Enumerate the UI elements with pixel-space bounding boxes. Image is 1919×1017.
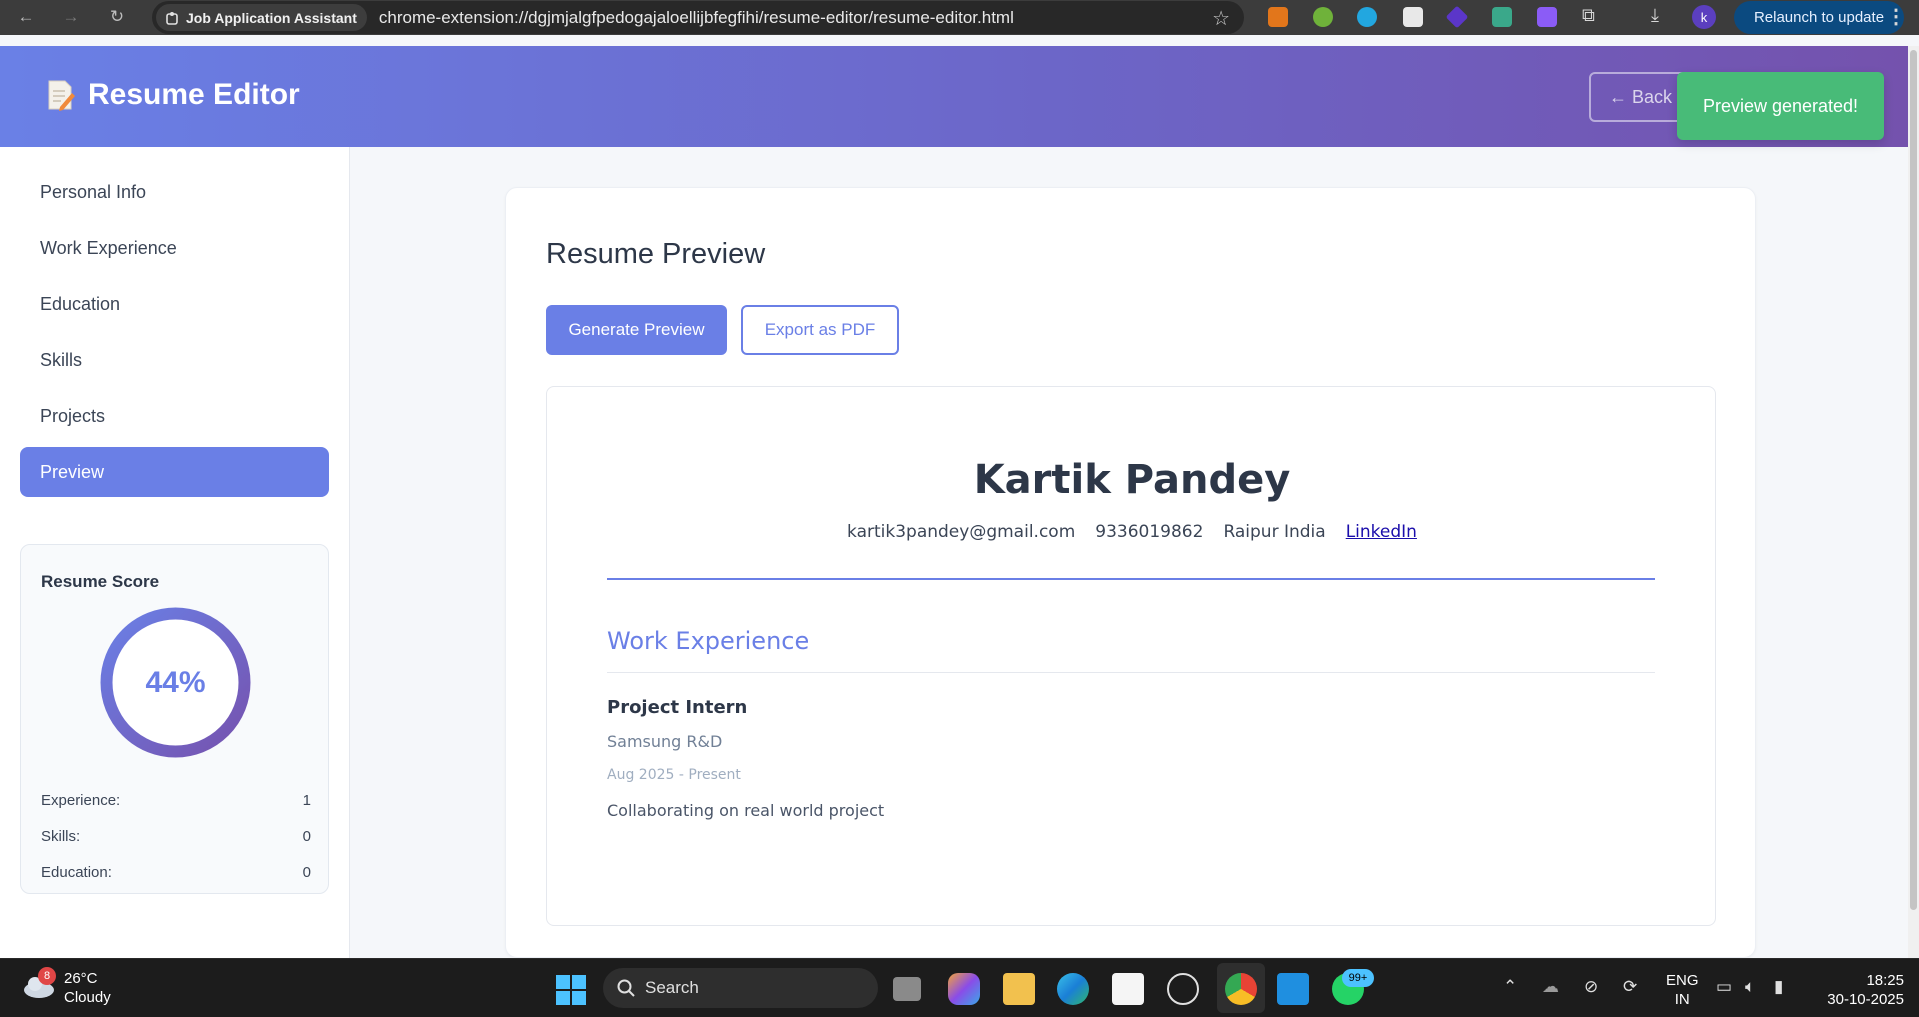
metamask-fox-icon[interactable] [1268,7,1288,27]
taskbar-search[interactable]: Search [603,968,878,1008]
address-bar[interactable]: Job Application Assistant chrome-extensi… [152,1,1244,34]
weather-text: 26°C Cloudy [64,969,111,1007]
score-percent: 44% [145,665,206,699]
back-arrow-icon[interactable]: ← [15,6,37,28]
contact-row: kartik3pandey@gmail.com 9336019862 Raipu… [547,522,1717,542]
stat-value: 0 [302,864,311,881]
resume-score-card: Resume Score 44% Experience: 1 Skills: 0… [20,544,329,894]
dell-icon[interactable] [1167,973,1199,1005]
search-icon [617,979,635,997]
discord-extension-icon[interactable] [1537,7,1557,27]
clock-time: 18:25 [1866,972,1904,989]
sidebar-item-projects[interactable]: Projects [20,391,329,441]
extensions-puzzle-icon[interactable]: ⧉ [1582,5,1595,26]
url-text: chrome-extension://dgjmjalgfpedogajaloel… [378,7,1014,27]
weather-alert-badge: 8 [38,967,56,985]
browser-menu-icon[interactable]: ⋮ [1886,4,1906,29]
stat-label: Education: [41,864,112,881]
extension-chip[interactable]: Job Application Assistant [156,4,367,31]
microsoft-store-icon[interactable] [1112,973,1144,1005]
linkedin-link[interactable]: LinkedIn [1346,522,1417,542]
generate-preview-button[interactable]: Generate Preview [546,305,727,355]
onedrive-cloud-icon[interactable]: ☁ [1542,977,1559,997]
purple-diamond-extension-icon[interactable] [1445,5,1469,29]
edge-browser-icon[interactable] [1057,973,1089,1005]
green-plus-extension-icon[interactable] [1313,7,1333,27]
volume-icon[interactable]: 🔈︎ [1745,977,1755,997]
relaunch-button[interactable]: Relaunch to update [1734,1,1904,34]
toast-notification: Preview generated! [1677,72,1884,140]
clock-date: 30-10-2025 [1827,991,1904,1008]
system-clock[interactable]: 18:25 30-10-2025 [1814,971,1904,1009]
app-title-text: Resume Editor [88,78,300,111]
browser-toolbar: ← → ↻ Job Application Assistant chrome-e… [0,0,1919,35]
export-pdf-button[interactable]: Export as PDF [741,305,899,355]
forward-arrow-icon[interactable]: → [60,6,82,28]
section-divider [607,672,1655,673]
sidebar-item-personal-info[interactable]: Personal Info [20,167,329,217]
app-title: Resume Editor [46,78,300,112]
score-title: Resume Score [41,572,160,591]
sync-icon[interactable]: ⟳ [1623,977,1637,997]
contact-location: Raipur India [1223,522,1326,542]
sidebar-item-skills[interactable]: Skills [20,335,329,385]
download-icon[interactable]: ⤓ [1651,5,1659,26]
sidebar-item-preview[interactable]: Preview [20,447,329,497]
whatsapp-unread-badge: 99+ [1342,969,1374,987]
sidebar-item-education[interactable]: Education [20,279,329,329]
sidebar-item-work-experience[interactable]: Work Experience [20,223,329,273]
document-pencil-icon [48,80,75,111]
taskbar: 8 26°C Cloudy Search 99+ ⌃ ☁ ⊘ ⟳ ENG IN … [0,958,1919,1017]
extension-name: Job Application Assistant [186,9,357,26]
sidebar: Personal Info Work Experience Education … [0,147,350,958]
stat-value: 1 [302,792,311,809]
bookmark-star-icon[interactable]: ☆ [1212,6,1230,31]
blue-extension-icon[interactable] [1357,7,1377,27]
stat-label: Skills: [41,828,81,845]
display-icon[interactable]: ▭ [1716,977,1732,997]
job-title: Project Intern [607,697,748,718]
windows-start-icon[interactable] [556,975,586,1005]
reload-icon[interactable]: ↻ [106,6,128,28]
red-stop-extension-icon[interactable] [1403,7,1423,27]
vscode-icon[interactable] [1277,973,1309,1005]
chevron-up-icon[interactable]: ⌃ [1503,977,1517,997]
puzzle-icon [166,11,178,25]
work-experience-heading: Work Experience [607,627,810,655]
profile-avatar[interactable]: k [1692,5,1716,29]
weather-widget[interactable]: 8 26°C Cloudy [22,967,111,1007]
job-company: Samsung R&D [607,732,723,751]
job-description: Collaborating on real world project [607,801,885,820]
robot-extension-icon[interactable] [1492,7,1512,27]
stat-skills: Skills: 0 [41,828,311,845]
task-view-icon[interactable] [893,977,921,1001]
network-off-icon[interactable]: ⊘ [1584,977,1598,997]
copilot-icon[interactable] [948,973,980,1005]
contact-phone: 9336019862 [1095,522,1204,542]
job-dates: Aug 2025 - Present [607,767,741,783]
battery-icon[interactable]: ▮ [1774,977,1783,997]
language-indicator[interactable]: ENG IN [1666,971,1699,1009]
file-explorer-icon[interactable] [1003,973,1035,1005]
header-divider [607,578,1655,580]
resume-preview-card: Resume Preview Generate Preview Export a… [505,187,1756,958]
contact-email: kartik3pandey@gmail.com [847,522,1076,542]
resume-preview: Kartik Pandey kartik3pandey@gmail.com 93… [546,386,1716,926]
weather-condition: Cloudy [64,989,111,1006]
lang-region: IN [1674,991,1690,1008]
search-label: Search [645,978,699,997]
stat-education: Education: 0 [41,864,311,881]
temperature: 26°C [64,970,98,987]
page-scrollbar[interactable] [1908,46,1919,958]
chrome-icon[interactable] [1225,973,1257,1005]
resume-name: Kartik Pandey [973,457,1291,503]
lang-code: ENG [1666,972,1699,989]
scrollbar-thumb[interactable] [1910,50,1917,910]
stat-experience: Experience: 1 [41,792,311,809]
stat-value: 0 [302,828,311,845]
stat-label: Experience: [41,792,121,809]
app-header: Resume Editor ← Back [0,46,1908,147]
section-title: Resume Preview [546,238,766,270]
